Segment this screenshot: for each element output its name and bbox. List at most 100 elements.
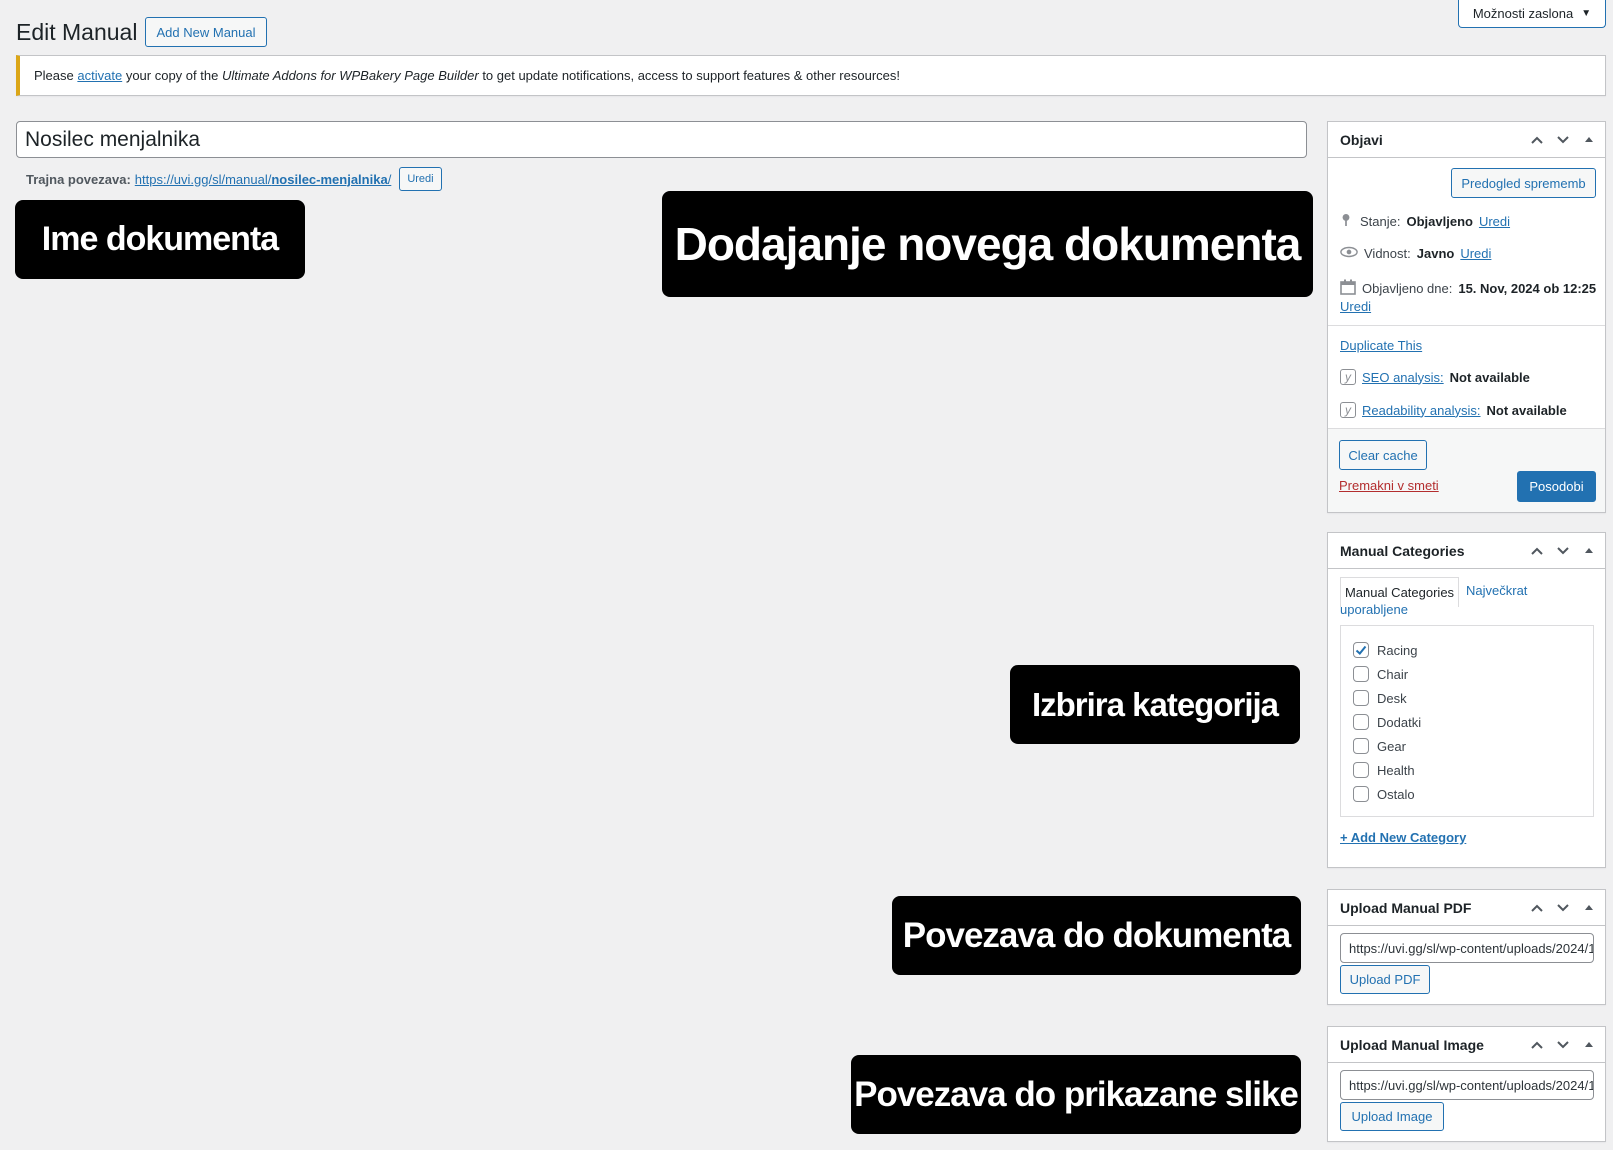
seo-row: y SEO analysis: Not available — [1340, 369, 1530, 385]
seo-analysis-link[interactable]: SEO analysis: — [1362, 370, 1444, 385]
collapse-icon[interactable] — [1579, 1035, 1599, 1055]
move-down-icon[interactable] — [1553, 1035, 1573, 1055]
published-date-row: Objavljeno dne: 15. Nov, 2024 ob 12:25 — [1340, 279, 1596, 298]
clear-cache-button[interactable]: Clear cache — [1339, 440, 1427, 470]
move-up-icon[interactable] — [1527, 541, 1547, 561]
screen-options-button[interactable]: Možnosti zaslona ▼ — [1458, 0, 1606, 28]
category-item[interactable]: Ostalo — [1353, 786, 1415, 802]
category-label: Ostalo — [1377, 786, 1415, 802]
preview-changes-button[interactable]: Predogled sprememb — [1451, 168, 1596, 198]
duplicate-this-link[interactable]: Duplicate This — [1340, 338, 1422, 353]
annotation-category: Izbrira kategorija — [1010, 665, 1300, 744]
move-to-trash-link[interactable]: Premakni v smeti — [1339, 478, 1439, 493]
status-label: Stanje: — [1360, 214, 1401, 229]
readability-row: y Readability analysis: Not available — [1340, 402, 1567, 418]
published-edit-link[interactable]: Uredi — [1340, 299, 1371, 314]
category-checklist: Racing Chair Desk Dodatki Gear Health Ostalo — [1340, 625, 1594, 817]
yoast-seo-icon: y — [1340, 369, 1356, 385]
category-label: Dodatki — [1377, 714, 1422, 730]
categories-box: Manual Categories Manual Categories Najv… — [1327, 532, 1606, 868]
published-label: Objavljeno dne: — [1362, 281, 1453, 296]
collapse-icon[interactable] — [1579, 130, 1599, 150]
notice-prefix: Please — [34, 68, 74, 83]
publish-box-title: Objavi — [1340, 131, 1383, 148]
category-item[interactable]: Dodatki — [1353, 714, 1421, 730]
category-checkbox[interactable] — [1353, 714, 1369, 730]
category-label: Health — [1377, 762, 1415, 778]
pin-icon — [1340, 212, 1354, 231]
calendar-icon — [1340, 279, 1356, 298]
collapse-icon[interactable] — [1579, 541, 1599, 561]
collapse-icon[interactable] — [1579, 898, 1599, 918]
activation-notice: Please activate your copy of the Ultimat… — [16, 55, 1606, 96]
visibility-row: Vidnost: Javno Uredi — [1340, 246, 1491, 261]
upload-pdf-box-title: Upload Manual PDF — [1340, 899, 1472, 916]
update-button[interactable]: Posodobi — [1517, 471, 1596, 502]
category-item[interactable]: Racing — [1353, 642, 1417, 658]
readability-analysis-value: Not available — [1486, 402, 1567, 418]
image-url-input[interactable]: https://uvi.gg/sl/wp-content/uploads/202… — [1340, 1070, 1594, 1100]
upload-image-box: Upload Manual Image https://uvi.gg/sl/wp… — [1327, 1026, 1606, 1142]
category-label: Racing — [1377, 642, 1418, 658]
add-new-manual-button[interactable]: Add New Manual — [145, 17, 267, 47]
category-item[interactable]: Desk — [1353, 690, 1407, 706]
visibility-value: Javno — [1416, 246, 1455, 261]
annotation-image-link: Povezava do prikazane slike — [851, 1055, 1301, 1134]
screen-options-label: Možnosti zaslona — [1472, 6, 1574, 21]
add-new-category-link[interactable]: + Add New Category — [1340, 830, 1466, 845]
pdf-url-input[interactable]: https://uvi.gg/sl/wp-content/uploads/202… — [1340, 933, 1594, 963]
upload-image-box-title: Upload Manual Image — [1340, 1036, 1484, 1053]
seo-analysis-value: Not available — [1449, 369, 1530, 385]
activate-link[interactable]: activate — [77, 68, 122, 83]
move-down-icon[interactable] — [1553, 130, 1573, 150]
category-checkbox[interactable] — [1353, 786, 1369, 802]
published-value: 15. Nov, 2024 ob 12:25 — [1458, 281, 1597, 296]
category-item[interactable]: Gear — [1353, 738, 1406, 754]
visibility-edit-link[interactable]: Uredi — [1460, 246, 1491, 261]
category-checkbox[interactable] — [1353, 762, 1369, 778]
notice-suffix: to get update notifications, access to s… — [482, 68, 900, 83]
permalink-row: Trajna povezava: https://uvi.gg/sl/manua… — [26, 167, 442, 191]
notice-middle: your copy of the — [125, 68, 219, 83]
post-title-input[interactable]: Nosilec menjalnika — [16, 121, 1307, 158]
upload-pdf-button[interactable]: Upload PDF — [1340, 965, 1430, 994]
category-checkbox[interactable] — [1353, 666, 1369, 682]
move-up-icon[interactable] — [1527, 1035, 1547, 1055]
annotation-document-link: Povezava do dokumenta — [892, 896, 1301, 975]
tab-most-used[interactable]: Največkrat uporabljene — [1340, 581, 1600, 619]
page-title: Edit Manual — [16, 19, 138, 45]
status-edit-link[interactable]: Uredi — [1479, 214, 1510, 229]
caret-down-icon: ▼ — [1581, 8, 1592, 19]
permalink-edit-button[interactable]: Uredi — [399, 167, 442, 191]
eye-icon — [1340, 246, 1358, 261]
category-label: Chair — [1377, 666, 1409, 682]
yoast-readability-icon: y — [1340, 402, 1356, 418]
category-checkbox[interactable] — [1353, 642, 1369, 658]
categories-box-header: Manual Categories — [1328, 533, 1605, 569]
permalink-label: Trajna povezava: — [26, 171, 131, 187]
upload-image-box-header: Upload Manual Image — [1328, 1027, 1605, 1063]
permalink-link[interactable]: https://uvi.gg/sl/manual/nosilec-menjaln… — [135, 172, 392, 187]
upload-image-button[interactable]: Upload Image — [1340, 1102, 1444, 1131]
upload-pdf-box-header: Upload Manual PDF — [1328, 890, 1605, 926]
move-up-icon[interactable] — [1527, 898, 1547, 918]
annotation-add-new-document: Dodajanje novega dokumenta — [662, 191, 1313, 297]
category-item[interactable]: Health — [1353, 762, 1415, 778]
move-up-icon[interactable] — [1527, 130, 1547, 150]
readability-analysis-link[interactable]: Readability analysis: — [1362, 403, 1481, 418]
move-down-icon[interactable] — [1553, 541, 1573, 561]
notice-product: Ultimate Addons for WPBakery Page Builde… — [221, 68, 479, 83]
categories-box-title: Manual Categories — [1340, 542, 1465, 559]
visibility-label: Vidnost: — [1364, 246, 1411, 261]
category-checkbox[interactable] — [1353, 738, 1369, 754]
category-label: Gear — [1377, 738, 1406, 754]
status-value: Objavljeno — [1406, 214, 1473, 229]
category-checkbox[interactable] — [1353, 690, 1369, 706]
category-label: Desk — [1377, 690, 1407, 706]
move-down-icon[interactable] — [1553, 898, 1573, 918]
checkmark-icon — [1355, 645, 1367, 655]
publish-box: Objavi Predogled sprememb Stanje: Objavl… — [1327, 121, 1606, 513]
status-row: Stanje: Objavljeno Uredi — [1340, 212, 1510, 231]
category-item[interactable]: Chair — [1353, 666, 1408, 682]
annotation-document-name: Ime dokumenta — [15, 200, 305, 279]
